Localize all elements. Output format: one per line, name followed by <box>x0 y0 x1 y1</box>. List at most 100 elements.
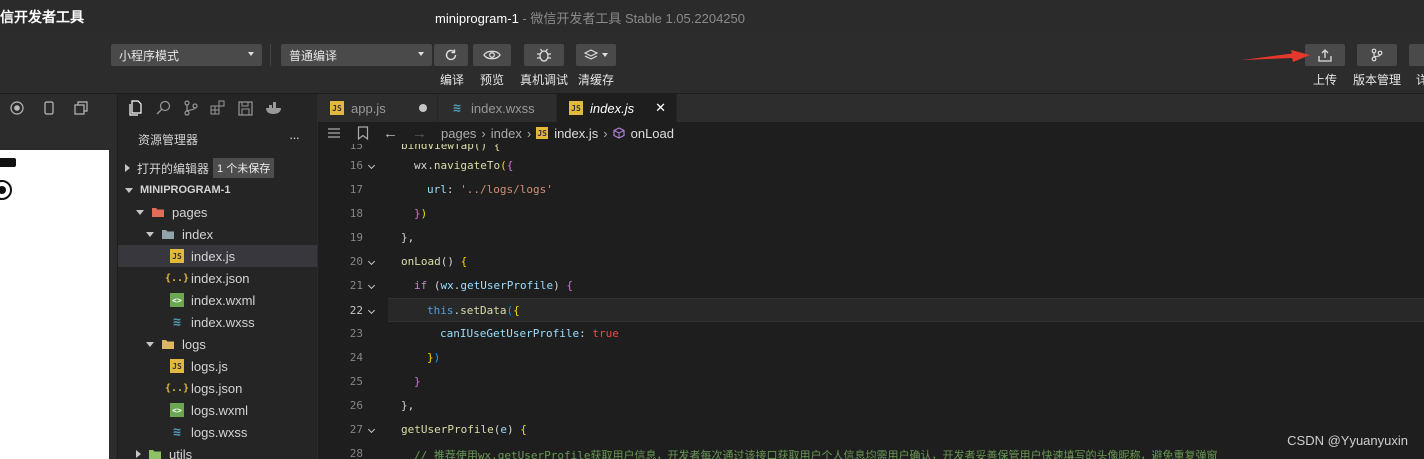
modified-dot-icon <box>419 104 427 112</box>
tree-file-index-js[interactable]: JS index.js <box>118 245 317 267</box>
fold-chevron-icon[interactable] <box>367 281 376 290</box>
code-token: true <box>592 327 619 340</box>
code-token: { <box>566 279 573 292</box>
breadcrumb-item[interactable]: onLoad <box>631 126 674 141</box>
code-token: canIUseGetUserProfile <box>440 327 580 340</box>
search-icon[interactable] <box>156 100 172 116</box>
code-token: { <box>506 159 514 172</box>
css-file-icon: ≋ <box>173 424 181 440</box>
version-button[interactable] <box>1357 44 1397 66</box>
breadcrumb-item[interactable]: index <box>491 126 522 141</box>
code-token: { <box>460 255 468 268</box>
phone-icon[interactable] <box>43 101 55 115</box>
chevron-down-icon <box>602 53 608 57</box>
details-button[interactable] <box>1409 44 1424 66</box>
code-token: getUserProfile <box>401 423 494 436</box>
tree-folder-logs[interactable]: logs <box>118 333 317 355</box>
code-text: bindViewTap() { <box>401 144 501 152</box>
tree-file-index-json[interactable]: {..} index.json <box>118 267 317 289</box>
docker-icon[interactable] <box>265 101 283 115</box>
open-editors-section[interactable]: 打开的编辑器 1 个未保存 <box>118 157 317 179</box>
line-number: 26 <box>349 399 363 412</box>
capsule-button[interactable] <box>0 180 12 200</box>
debug-button[interactable] <box>524 44 564 66</box>
breadcrumb-item[interactable]: index.js <box>554 126 598 141</box>
close-icon[interactable]: ✕ <box>655 100 666 116</box>
version-label: 版本管理 <box>1353 73 1402 87</box>
line-number: 25 <box>349 375 363 388</box>
tab-app-js[interactable]: JS app.js <box>318 94 438 122</box>
compile-button[interactable] <box>434 44 468 66</box>
code-token: ) <box>553 279 567 292</box>
unsaved-badge: 1 个未保存 <box>213 158 275 178</box>
code-text: }) <box>414 207 427 220</box>
details-label: 详 <box>1416 73 1424 87</box>
list-icon[interactable] <box>327 127 341 139</box>
tab-index-wxss[interactable]: ≋ index.wxss <box>438 94 557 122</box>
code-text: wx.navigateTo({ <box>414 159 513 172</box>
tree-file-logs-wxml[interactable]: <> logs.wxml <box>118 399 317 421</box>
fold-chevron-icon[interactable] <box>367 257 376 266</box>
branch-icon <box>1371 48 1383 62</box>
back-arrow-icon[interactable]: ← <box>383 125 398 142</box>
tree-item-label: logs.json <box>191 380 243 396</box>
save-icon[interactable] <box>238 100 253 116</box>
tree-file-index-wxss[interactable]: ≋ index.wxss <box>118 311 317 333</box>
tab-index-js[interactable]: JS index.js ✕ <box>557 94 677 122</box>
chevron-down-icon <box>146 231 154 237</box>
title-bar: 微信开发者工具 miniprogram-1 - 微信开发者工具 Stable 1… <box>0 0 1424 32</box>
more-icon[interactable]: ··· <box>289 130 300 145</box>
code-editor[interactable]: 15 bindViewTap() { 16 wx.navigateTo({17 ur… <box>318 144 1424 459</box>
chevron-down-icon <box>136 209 144 215</box>
line-number: 28 <box>349 447 363 459</box>
layers-icon <box>584 49 598 60</box>
tree-folder-pages[interactable]: pages <box>118 201 317 223</box>
tab-label: index.js <box>590 100 635 116</box>
source-control-icon[interactable] <box>184 100 198 116</box>
files-icon[interactable] <box>128 100 144 116</box>
project-root-section[interactable]: MINIPROGRAM-1 <box>118 179 317 201</box>
code-token: ) <box>433 351 441 364</box>
simulator-screen[interactable] <box>0 150 109 459</box>
fold-chevron-icon[interactable] <box>367 425 376 434</box>
code-line: 28 // 推荐使用wx.getUserProfile获取用户信息，开发者每次通过… <box>318 442 1424 459</box>
tree-file-index-wxml[interactable]: <> index.wxml <box>118 289 317 311</box>
compile-select[interactable]: 普通编译 <box>281 44 432 66</box>
explorer-title: 资源管理器 <box>138 132 199 147</box>
code-line: 26}, <box>318 394 1424 418</box>
preview-button[interactable] <box>473 44 511 66</box>
tree-file-logs-wxss[interactable]: ≋ logs.wxss <box>118 421 317 443</box>
code-token: wx <box>440 279 454 292</box>
breadcrumb-item[interactable]: pages <box>441 126 476 141</box>
fold-chevron-icon[interactable] <box>367 161 376 170</box>
tree-folder-index[interactable]: index <box>118 223 317 245</box>
code-token: . <box>427 159 434 172</box>
breadcrumb-separator: › <box>526 125 532 141</box>
record-icon[interactable] <box>10 101 24 115</box>
mode-select[interactable]: 小程序模式 <box>111 44 262 66</box>
line-number: 24 <box>349 351 363 364</box>
preview-label: 预览 <box>480 73 505 87</box>
windows-icon[interactable] <box>74 101 88 115</box>
code-token: wx <box>414 159 428 172</box>
tree-file-logs-js[interactable]: JS logs.js <box>118 355 317 377</box>
bookmark-icon[interactable] <box>357 126 369 140</box>
breadcrumb-separator: › <box>481 125 486 141</box>
forward-arrow-icon[interactable]: → <box>412 125 427 142</box>
fold-chevron-icon[interactable] <box>367 306 376 315</box>
code-token: '../logs/logs' <box>460 183 553 196</box>
refresh-icon <box>445 49 457 61</box>
code-line: 23 canIUseGetUserProfile: true <box>318 322 1424 346</box>
code-token: } <box>427 351 434 364</box>
code-token: setData <box>460 304 507 317</box>
line-number: 21 <box>349 279 363 292</box>
clear-cache-button[interactable] <box>576 44 616 66</box>
extensions-icon[interactable] <box>210 100 226 116</box>
line-number: 15 <box>349 144 363 152</box>
folder-icon <box>161 337 175 351</box>
code-token: () <box>440 255 461 268</box>
upload-button[interactable] <box>1305 44 1345 66</box>
tree-file-logs-json[interactable]: {..} logs.json <box>118 377 317 399</box>
tree-folder-utils[interactable]: utils <box>118 443 317 459</box>
code-token: : <box>446 183 461 196</box>
